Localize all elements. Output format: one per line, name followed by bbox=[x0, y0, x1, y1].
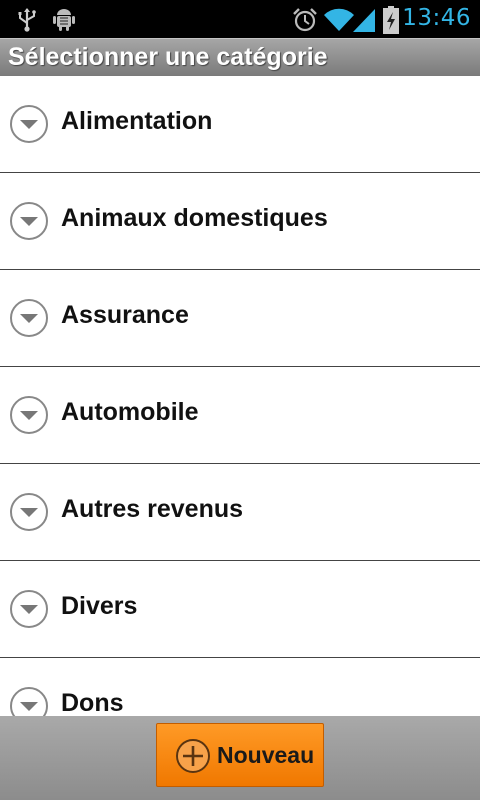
usb-icon bbox=[18, 8, 36, 32]
chevron-down-icon[interactable] bbox=[9, 589, 49, 629]
list-item-label: Animaux domestiques bbox=[61, 204, 328, 232]
list-item-label: Dons bbox=[61, 689, 124, 716]
list-item[interactable]: Autres revenus bbox=[0, 464, 480, 561]
list-item-label: Automobile bbox=[61, 398, 199, 426]
chevron-down-icon[interactable] bbox=[9, 104, 49, 144]
new-button-label: Nouveau bbox=[217, 742, 315, 768]
battery-charging-icon bbox=[383, 6, 399, 34]
chevron-down-icon[interactable] bbox=[9, 492, 49, 532]
list-item[interactable]: Alimentation bbox=[0, 76, 480, 173]
android-debug-icon bbox=[53, 9, 75, 31]
chevron-down-icon[interactable] bbox=[9, 686, 49, 716]
list-item-label: Assurance bbox=[61, 301, 189, 329]
add-circle-icon bbox=[176, 739, 210, 773]
list-item-label: Autres revenus bbox=[61, 495, 244, 523]
list-item[interactable]: Automobile bbox=[0, 367, 480, 464]
list-item[interactable]: Dons bbox=[0, 658, 480, 716]
title-bar: Sélectionner une catégorie bbox=[0, 38, 480, 76]
alarm-icon bbox=[293, 8, 317, 32]
signal-icon bbox=[353, 9, 375, 32]
bottom-bar: Nouveau bbox=[0, 716, 480, 800]
list-item-label: Alimentation bbox=[61, 107, 213, 135]
chevron-down-icon[interactable] bbox=[9, 298, 49, 338]
list-item-label: Divers bbox=[61, 592, 138, 620]
page-title: Sélectionner une catégorie bbox=[8, 43, 328, 71]
list-item[interactable]: Assurance bbox=[0, 270, 480, 367]
status-bar: 13:46 bbox=[0, 0, 480, 38]
category-list[interactable]: Alimentation Animaux domestiques Assurance… bbox=[0, 76, 480, 716]
chevron-down-icon[interactable] bbox=[9, 201, 49, 241]
new-button[interactable]: Nouveau bbox=[156, 723, 324, 787]
list-item[interactable]: Divers bbox=[0, 561, 480, 658]
status-time: 13:46 bbox=[402, 5, 471, 31]
list-item[interactable]: Animaux domestiques bbox=[0, 173, 480, 270]
chevron-down-icon[interactable] bbox=[9, 395, 49, 435]
